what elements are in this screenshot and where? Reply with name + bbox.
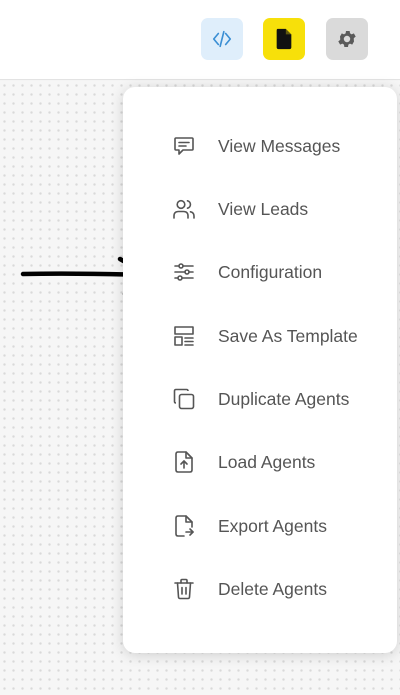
trash-icon xyxy=(171,577,197,601)
code-icon xyxy=(211,28,233,50)
menu-item-delete-agents[interactable]: Delete Agents xyxy=(123,567,397,611)
users-icon xyxy=(171,197,197,221)
menu-item-configuration[interactable]: Configuration xyxy=(123,250,397,294)
menu-item-view-leads[interactable]: View Leads xyxy=(123,187,397,231)
document-button[interactable] xyxy=(263,18,305,60)
menu-item-label: View Leads xyxy=(218,199,309,219)
sliders-icon xyxy=(171,260,197,284)
menu-item-load-agents[interactable]: Load Agents xyxy=(123,440,397,484)
menu-item-label: Export Agents xyxy=(218,516,327,536)
menu-item-label: View Messages xyxy=(218,136,341,156)
menu-item-duplicate-agents[interactable]: Duplicate Agents xyxy=(123,377,397,421)
menu-item-label: Load Agents xyxy=(218,452,316,472)
code-button[interactable] xyxy=(201,18,243,60)
agent-actions-menu: View Messages View Leads Configuration S… xyxy=(123,87,397,653)
page: View Messages View Leads Configuration S… xyxy=(0,0,400,695)
menu-item-label: Duplicate Agents xyxy=(218,389,350,409)
menu-item-export-agents[interactable]: Export Agents xyxy=(123,504,397,548)
upload-file-icon xyxy=(171,450,197,474)
export-file-icon xyxy=(171,514,197,538)
document-icon xyxy=(274,28,294,50)
duplicate-icon xyxy=(171,387,197,411)
settings-button[interactable] xyxy=(326,18,368,60)
menu-item-save-as-template[interactable]: Save As Template xyxy=(123,314,397,358)
menu-item-label: Configuration xyxy=(218,262,323,282)
menu-item-label: Save As Template xyxy=(218,326,358,346)
message-icon xyxy=(171,134,197,158)
gear-icon xyxy=(336,28,358,50)
template-icon xyxy=(171,324,197,348)
top-bar xyxy=(0,0,400,80)
menu-item-label: Delete Agents xyxy=(218,579,327,599)
menu-item-view-messages[interactable]: View Messages xyxy=(123,124,397,168)
